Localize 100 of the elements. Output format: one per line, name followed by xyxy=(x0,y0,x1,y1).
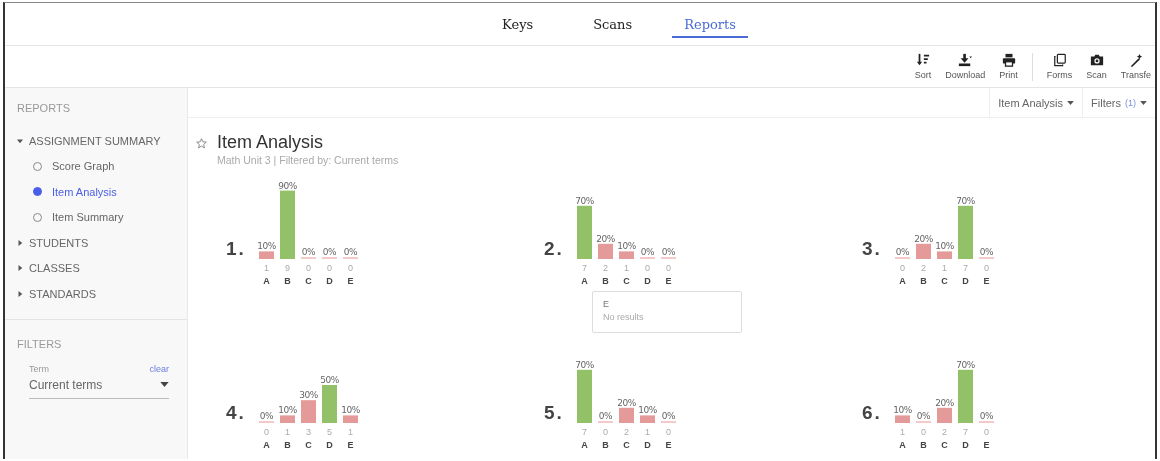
filters-dropdown[interactable]: Filters (1) xyxy=(1082,88,1155,117)
percent-label: 70% xyxy=(956,195,975,206)
count-label: 0 xyxy=(666,263,671,273)
count-label: 0 xyxy=(921,427,926,437)
percent-label: 90% xyxy=(278,180,297,191)
percent-label: 10% xyxy=(257,241,276,252)
bar[interactable] xyxy=(937,407,952,423)
count-label: 0 xyxy=(645,263,650,273)
field-label: Term xyxy=(29,363,49,374)
report-option[interactable]: Item Analysis xyxy=(5,179,187,205)
answer-label: D xyxy=(326,440,333,450)
download-icon xyxy=(958,53,973,67)
count-label: 0 xyxy=(348,263,353,273)
bar[interactable] xyxy=(280,190,295,259)
percent-label: 30% xyxy=(299,390,318,401)
star-icon[interactable] xyxy=(196,138,207,149)
answer-label: E xyxy=(665,276,672,286)
bar[interactable] xyxy=(619,251,634,259)
download-button[interactable]: Download xyxy=(941,53,990,80)
camera-icon xyxy=(1089,53,1104,67)
item-number: 3. xyxy=(862,238,883,260)
item-number: 4. xyxy=(226,402,247,424)
bar[interactable] xyxy=(958,369,973,423)
tree-item[interactable]: STANDARDS xyxy=(5,281,187,307)
count-label: 0 xyxy=(900,263,905,273)
sort-button[interactable]: Sort xyxy=(910,53,936,80)
transfer-button[interactable]: Transfe xyxy=(1116,53,1155,80)
report-option[interactable]: Score Graph xyxy=(5,153,187,179)
tree-item[interactable]: STUDENTS xyxy=(5,230,187,256)
bar[interactable] xyxy=(577,205,592,259)
percent-label: 70% xyxy=(575,195,594,206)
percent-label: 0% xyxy=(343,247,358,257)
percent-label: 70% xyxy=(575,359,594,370)
percent-label: 10% xyxy=(638,405,657,416)
answer-label: E xyxy=(347,276,354,286)
tree-item[interactable]: ASSIGNMENT SUMMARY xyxy=(5,128,187,154)
answer-label: C xyxy=(305,276,312,286)
forms-button[interactable]: Forms xyxy=(1042,53,1077,80)
report-title: Item Analysis xyxy=(217,132,325,153)
count-label: 7 xyxy=(582,263,587,273)
answer-label: C xyxy=(305,440,312,450)
percent-label: 0% xyxy=(661,247,676,257)
report-dropdown[interactable]: Item Analysis xyxy=(989,88,1083,117)
answer-label: E xyxy=(983,276,990,286)
percent-label: 10% xyxy=(278,405,297,416)
report-option[interactable]: Item Summary xyxy=(5,204,187,230)
count-label: 5 xyxy=(327,427,332,437)
count-label: 1 xyxy=(264,263,269,273)
print-button[interactable]: Print xyxy=(995,53,1022,80)
percent-label: 0% xyxy=(661,411,676,421)
answer-label: E xyxy=(665,440,672,450)
answer-label: B xyxy=(284,440,291,450)
answer-label: C xyxy=(941,276,948,286)
percent-label: 70% xyxy=(956,359,975,370)
count-label: 1 xyxy=(942,263,947,273)
dropdown-icon xyxy=(160,382,169,387)
answer-label: A xyxy=(899,276,906,286)
bar[interactable] xyxy=(619,407,634,423)
percent-label: 0% xyxy=(979,411,994,421)
documents-icon xyxy=(1052,53,1067,67)
count-label: 2 xyxy=(624,427,629,437)
bar[interactable] xyxy=(577,369,592,423)
bar[interactable] xyxy=(916,243,931,259)
bar[interactable] xyxy=(343,415,358,423)
percent-label: 50% xyxy=(320,375,339,385)
percent-label: 0% xyxy=(322,247,337,257)
nav-tab[interactable]: Keys xyxy=(492,10,544,38)
item-number: 5. xyxy=(544,402,565,424)
percent-label: 10% xyxy=(617,241,636,252)
answer-label: D xyxy=(962,440,969,450)
scan-button[interactable]: Scan xyxy=(1082,53,1111,80)
percent-label: 20% xyxy=(935,397,954,408)
section-heading: REPORTS xyxy=(16,101,71,116)
term-select[interactable]: Current terms xyxy=(29,377,169,399)
bar[interactable] xyxy=(958,205,973,259)
bar[interactable] xyxy=(322,385,337,423)
count-label: 9 xyxy=(285,263,290,273)
bar[interactable] xyxy=(259,251,274,259)
percent-label: 10% xyxy=(893,405,912,416)
answer-label: B xyxy=(920,440,927,450)
count-label: 7 xyxy=(963,427,968,437)
bar[interactable] xyxy=(280,415,295,423)
print-icon xyxy=(1001,53,1016,67)
bar[interactable] xyxy=(640,415,655,423)
count-label: 7 xyxy=(582,427,587,437)
count-label: 1 xyxy=(900,427,905,437)
bar[interactable] xyxy=(598,243,613,259)
bar[interactable] xyxy=(301,400,316,423)
count-label: 3 xyxy=(306,427,311,437)
count-label: 1 xyxy=(285,427,290,437)
bar[interactable] xyxy=(937,251,952,259)
bar[interactable] xyxy=(895,415,910,423)
nav-tab[interactable]: Reports xyxy=(672,10,748,38)
tree-item[interactable]: CLASSES xyxy=(5,255,187,281)
nav-tab[interactable]: Scans xyxy=(583,10,643,38)
clear-link[interactable]: clear xyxy=(149,363,169,374)
percent-label: 0% xyxy=(259,411,274,421)
item-number: 1. xyxy=(226,238,247,260)
percent-label: 20% xyxy=(914,233,933,244)
percent-label: 0% xyxy=(598,411,613,421)
